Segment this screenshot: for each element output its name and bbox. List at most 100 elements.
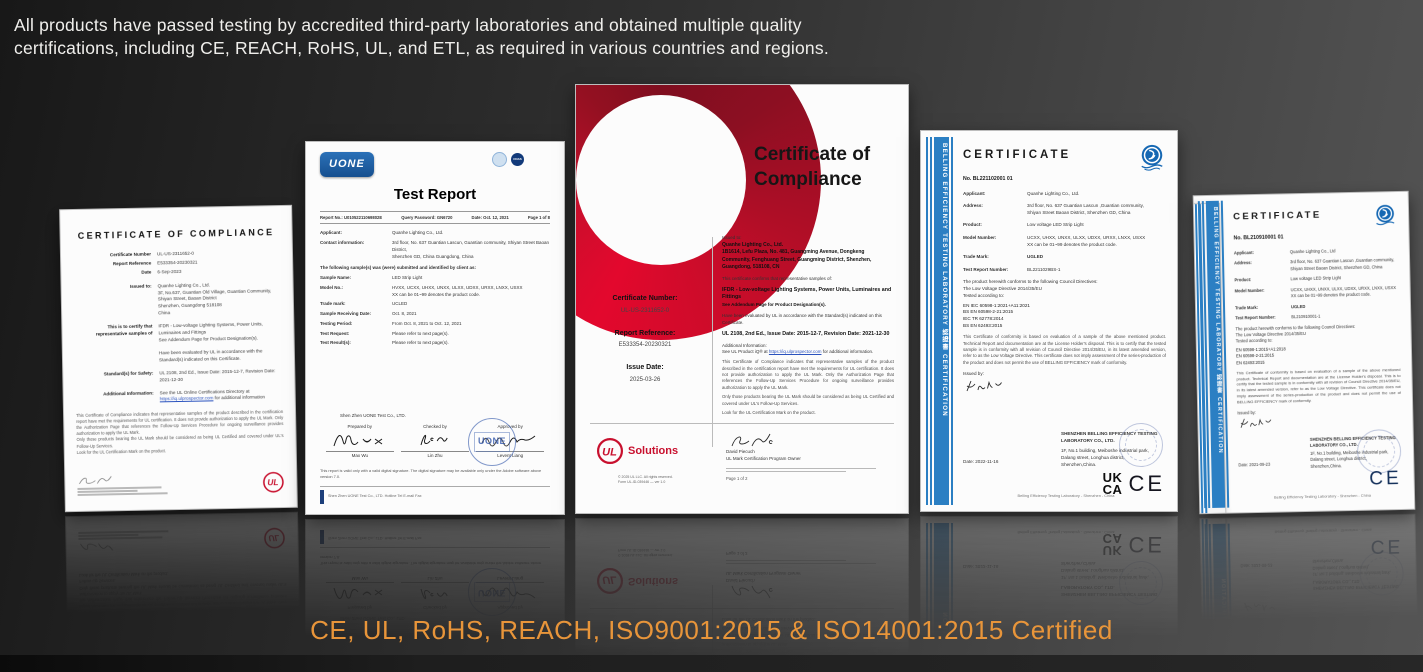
cert5-row-label: Model Number: [1235, 287, 1285, 300]
cert1-standards-value: UL 2108, 2nd Ed., Issue Date: 2015-12-7,… [159, 368, 282, 384]
cert2-meta-row: Report No.: U01052211069802E Query Passw… [320, 211, 550, 224]
column-divider [712, 237, 713, 447]
cert2-row-value: UCLED [392, 301, 550, 308]
sig-name: Max Wu [326, 451, 394, 460]
uone-logo-icon: UONE [320, 152, 374, 177]
floor-edge [0, 655, 1423, 672]
ul-logo-icon: UL [596, 437, 624, 465]
cert1-issued-value: Quanhe Lighting Co., Ltd. 3F, No.637, Gu… [158, 281, 282, 317]
cert5-para: This Certificate of conformity is based … [1236, 367, 1401, 406]
cert3-left-label: Report Reference: [586, 329, 704, 340]
cert2-row-value: LED Strip Light [392, 275, 550, 282]
signature-icon [403, 431, 467, 449]
cert3-title: Certificate of Compliance [754, 143, 870, 192]
cert4-number: No. BL221102001 01 [963, 176, 1166, 184]
cert2-row-value: Oct. 8, 2021 [392, 311, 550, 318]
cert5-row-label: Test Report Number: [1235, 315, 1285, 322]
cert4-row-label: Applicant: [963, 191, 1021, 198]
cert2-footer-contacts: Shen Zhen UONE Test Co., LTD. Hotline Te… [328, 494, 421, 500]
cert3-para3: Look for the UL Certification Mark on th… [722, 410, 894, 416]
cert3-signer-title: UL Mark Certification Program Owner [726, 456, 896, 463]
cert5-row-value: Low voltage LED Strip Light [1290, 274, 1398, 282]
report-date: Date: Oct. 12, 2021 [472, 215, 509, 221]
ul-solutions-logo: UL Solutions [596, 437, 678, 465]
cert3-additional-line: See UL Product iQ® at https://iq.ulprosp… [722, 349, 894, 356]
cert2-footer: Shen Zhen UONE Test Co., LTD. Hotline Te… [320, 486, 550, 504]
lab-stamp-icon [1119, 423, 1163, 467]
cert1-directory-link: https://iq.ulprospector.com [160, 396, 214, 402]
cert5-footer: Belling Efficiency Testing Laboratory - … [1231, 492, 1414, 502]
cert4-row-value: BL2211029BS-1 [1027, 267, 1166, 274]
cert1-row-label: Certificate Number [73, 252, 151, 260]
cert2-row-label: Test Request: [320, 331, 386, 338]
cert1-standards-label: Standard(s) for Safety: [75, 371, 153, 386]
cert5-row-value: UGLED [1291, 302, 1399, 310]
cert5-title: CERTIFICATE [1233, 209, 1322, 225]
cert3-evaluated: Have been evaluated by UL in accordance … [722, 313, 894, 327]
cert3-left-column: Certificate Number: UL-US-2311652-0 Repo… [586, 281, 704, 385]
cert4-title: CERTIFICATE [963, 147, 1071, 164]
cert1-additional-label: Additional Information: [76, 390, 154, 405]
cert2-row-value: Please refer to next page(s). [392, 331, 550, 338]
sig-role: Prepared by [326, 424, 394, 431]
cert5-number: No. BL210910001 01 [1234, 232, 1398, 243]
cert1-title: CERTIFICATE OF COMPLIANCE [73, 226, 280, 243]
cert3-signer: David Piecuch [726, 449, 896, 456]
promo-banner: All products have passed testing by accr… [0, 0, 1423, 672]
cert3-para1: This Certificate of Compliance indicates… [722, 359, 894, 391]
cert2-samples-heading: The following sample(s) was (were) submi… [320, 265, 550, 272]
belling-side-strip: BELLING EFFICIENCY TESTING LABORATORY 認證… [926, 137, 955, 505]
cert3-copyright: © 2025 UL LLC. All rights reserved. Form… [618, 475, 673, 486]
cert4-issued-by: Issued by: [963, 371, 1166, 378]
cert4-row-label: Test Report Number: [963, 267, 1021, 274]
ul-logo-icon: UL [262, 471, 284, 493]
certificate-belling-1: BELLING EFFICIENCY TESTING LABORATORY 認證… [920, 130, 1178, 512]
cert4-row-label: Product: [963, 222, 1021, 229]
cert3-product: IFDR - Low-voltage Lighting Systems, Pow… [722, 287, 894, 303]
signature-icon [1237, 416, 1277, 431]
cert5-row-value: Quanhe Lighting Co., Ltd [1290, 247, 1398, 255]
cert3-para2: Only those products bearing the UL Mark … [722, 394, 894, 407]
uone-stamp-icon: UONE [468, 418, 516, 466]
cert2-row-label: Trade mark: [320, 301, 386, 308]
cert5-conform: The product herewith conforms to the fol… [1235, 323, 1399, 345]
cert5-row-value: UCXX, UHXX, UNXX, ULXX, UDXX, URXX, LNXX… [1291, 285, 1399, 300]
cert3-issued-label: Issued to: [722, 235, 894, 242]
certificate-belling-2: BELLING EFFICIENCY TESTING LABORATORY 認證… [1193, 191, 1416, 514]
cert4-row-value: 3rd floor, No. 637 Guantian Lascun ,Guan… [1027, 203, 1166, 217]
cert5-row-label: Address: [1234, 260, 1284, 273]
cert2-title: Test Report [320, 184, 550, 207]
cert1-fineprint: This Certificate of Compliance indicates… [76, 409, 284, 456]
sig-name: Lin Zhu [401, 451, 469, 460]
footer-bar [320, 490, 324, 504]
ul-logo-text: UL [267, 478, 278, 487]
cert4-conform: The product herewith conforms to the fol… [963, 279, 1166, 300]
page-title: All products have passed testing by accr… [14, 14, 914, 60]
cert3-product-iq-link: https://iq.ulprospector.com [769, 349, 822, 354]
cert4-para: This Certificate of conformity is based … [963, 334, 1166, 366]
cert5-row-label: Applicant: [1234, 249, 1284, 256]
cert2-row-label: Contact information: [320, 240, 386, 260]
cert4-row-value: UGLED [1027, 254, 1166, 261]
belling-logo-icon [1373, 203, 1397, 227]
red-arc-inner [576, 95, 746, 265]
page-count: Page 1 of 8 [528, 215, 550, 221]
cert1-certify-value: IFDR - Low-voltage Lighting Systems, Pow… [158, 321, 282, 363]
sig-role: Checked by [401, 424, 469, 431]
cert3-page-no: Page 1 of 2 [726, 476, 896, 482]
cert5-standards: EN 60598-1:2015+A1:2018 EN 60598-2-21:20… [1236, 344, 1400, 366]
cert2-row-value: From Oct. 8, 2021 to Oct. 12, 2021 [392, 321, 550, 328]
cert1-additional-value: See the UL Online Certifications Directo… [160, 388, 283, 404]
ukca-mark: UKCA [1103, 472, 1123, 496]
cert4-row-value: UCXX, UHXX, UNXX, ULXX, UDXX, URXX, LNXX… [1027, 235, 1166, 249]
cert4-row-value: Quanhe Lighting Co., Ltd. [1027, 191, 1166, 198]
cert3-right-column: Issued to: Quanhe Lighting Co., Ltd. 1B1… [722, 235, 894, 417]
cert1-additional-pre: See the UL Online Certifications Directo… [160, 388, 250, 395]
cert2-row-label: Sample Name: [320, 275, 386, 282]
cert5-row-value: BL210910001-1 [1291, 312, 1399, 320]
ul-logo-text: UL [602, 446, 617, 458]
cert4-row-label: Trade Mark: [963, 254, 1021, 261]
cert1-row-label: Report Reference [73, 261, 151, 269]
cert3-standard: UL 2108, 2nd Ed., Issue Date: 2015-12-7,… [722, 331, 894, 339]
cert2-row-value: HVXX, UCXX, UHXX, UNXX, ULXX, UDXX, URXX… [392, 285, 550, 299]
